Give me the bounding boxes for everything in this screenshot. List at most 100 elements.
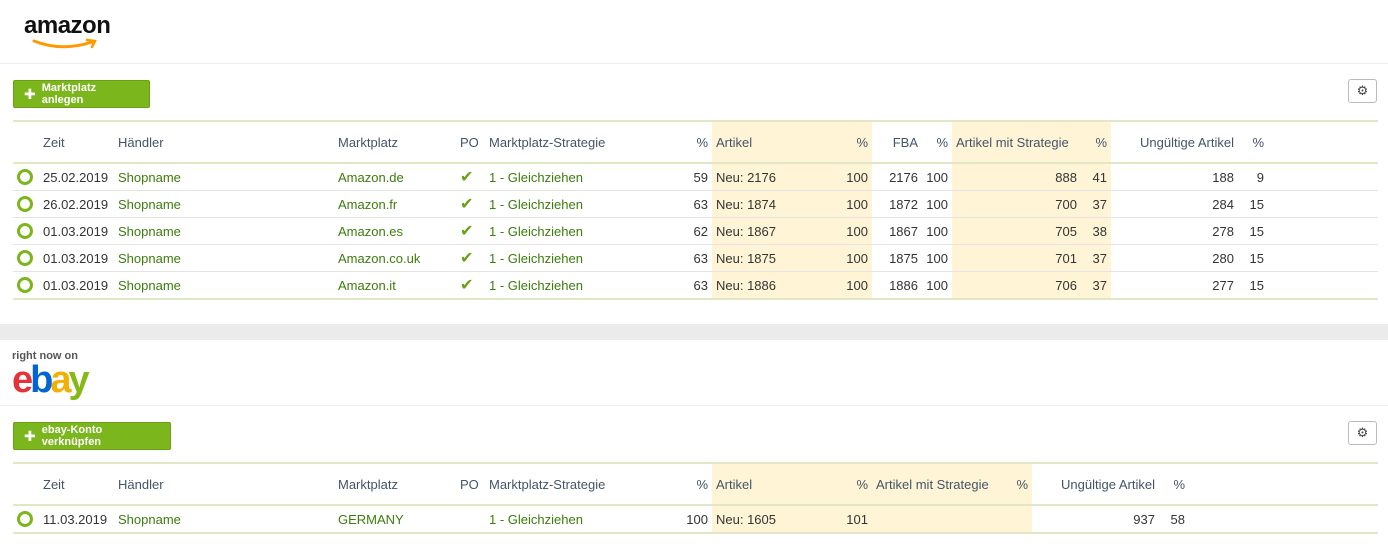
col-ungueltige-artikel[interactable]: Ungültige Artikel [1032, 462, 1159, 506]
col-zeit[interactable]: Zeit [39, 462, 114, 506]
col-ungueltige-pct[interactable]: % [1159, 462, 1189, 506]
add-marketplace-button[interactable]: ✚ Marktplatz anlegen [13, 80, 150, 108]
cell-haendler-link[interactable]: Shopname [114, 244, 334, 272]
table-row[interactable]: 01.03.2019 Shopname Amazon.co.uk ✔ 1 - Gleic… [13, 244, 1378, 272]
cell-haendler-link[interactable]: Shopname [114, 217, 334, 245]
col-zeit[interactable]: Zeit [39, 120, 114, 164]
table-row[interactable]: 25.02.2019 Shopname Amazon.de ✔ 1 - Gleichzi… [13, 163, 1378, 191]
cell-po: ✔ [456, 190, 485, 218]
circle-status-icon[interactable] [17, 277, 33, 294]
col-ungueltige-pct[interactable]: % [1238, 120, 1268, 164]
col-artikel-mit-strategie[interactable]: Artikel mit Strategie [872, 462, 1002, 506]
row-spacer [1268, 217, 1378, 245]
table-row[interactable]: 26.02.2019 Shopname Amazon.fr ✔ 1 - Gleichzi… [13, 190, 1378, 218]
col-artikel-mit-strategie[interactable]: Artikel mit Strategie [952, 120, 1081, 164]
col-ungueltige-artikel[interactable]: Ungültige Artikel [1111, 120, 1238, 164]
cell-marktplatz-link[interactable]: Amazon.es [334, 217, 456, 245]
checkmark-icon: ✔ [460, 223, 474, 240]
cell-marktplatz-link[interactable]: Amazon.de [334, 163, 456, 191]
link-ebay-account-button[interactable]: ✚ ebay-Konto verknüpfen [13, 422, 171, 450]
cell-artikel-mit-strategie: 700 [952, 190, 1081, 218]
ebay-logo-letter: y [68, 359, 90, 401]
circle-status-icon[interactable] [17, 250, 33, 267]
cell-strategie-pct: 100 [670, 505, 712, 534]
row-spacer [1268, 244, 1378, 272]
amazon-logo: amazon [24, 14, 111, 50]
cell-strategie-pct: 62 [670, 217, 712, 245]
ebay-logo: right now on ebay [12, 350, 90, 401]
table-row[interactable]: 01.03.2019 Shopname Amazon.it ✔ 1 - Gleichzi… [13, 271, 1378, 300]
col-po[interactable]: PO [456, 120, 485, 164]
col-marktplatz[interactable]: Marktplatz [334, 462, 456, 506]
cell-po: ✔ [456, 163, 485, 191]
cell-strategie-pct: 63 [670, 244, 712, 272]
cell-marktplatz-link[interactable]: Amazon.it [334, 271, 456, 300]
col-mit-strategie-pct[interactable]: % [1002, 462, 1032, 506]
col-strategie[interactable]: Marktplatz-Strategie [485, 462, 670, 506]
cell-strategie-link[interactable]: 1 - Gleichziehen [485, 190, 670, 218]
cell-mit-strategie-pct: 41 [1081, 163, 1111, 191]
cell-ungueltige-pct: 15 [1238, 271, 1268, 300]
row-spacer [1268, 271, 1378, 300]
amazon-smile-icon [32, 38, 97, 49]
cell-haendler-link[interactable]: Shopname [114, 163, 334, 191]
status-cell [13, 244, 39, 272]
cell-fba: 1872 [872, 190, 922, 218]
circle-status-icon[interactable] [17, 196, 33, 213]
cell-artikel-pct: 100 [832, 190, 872, 218]
gear-icon: ⚙ [1356, 425, 1369, 440]
cell-haendler-link[interactable]: Shopname [114, 505, 334, 534]
checkmark-icon: ✔ [460, 250, 474, 267]
ebay-wordmark: ebay [12, 359, 90, 401]
circle-status-icon[interactable] [17, 169, 33, 186]
cell-strategie-link[interactable]: 1 - Gleichziehen [485, 244, 670, 272]
status-cell [13, 505, 39, 534]
cell-artikel: Neu: 1867 [712, 217, 832, 245]
col-mit-strategie-pct[interactable]: % [1081, 120, 1111, 164]
circle-status-icon[interactable] [17, 223, 33, 240]
cell-zeit: 01.03.2019 [39, 271, 114, 300]
cell-strategie-link[interactable]: 1 - Gleichziehen [485, 217, 670, 245]
col-haendler[interactable]: Händler [114, 120, 334, 164]
ebay-logo-letter: a [50, 359, 71, 401]
cell-ungueltige-pct: 15 [1238, 244, 1268, 272]
cell-artikel-pct: 101 [832, 505, 872, 534]
cell-mit-strategie-pct: 37 [1081, 271, 1111, 300]
cell-marktplatz-link[interactable]: Amazon.fr [334, 190, 456, 218]
col-po[interactable]: PO [456, 462, 485, 506]
cell-fba: 2176 [872, 163, 922, 191]
col-artikel[interactable]: Artikel [712, 462, 832, 506]
amazon-marketplace-table: Zeit Händler Marktplatz PO Marktplatz-St… [13, 120, 1378, 300]
cell-fba: 1886 [872, 271, 922, 300]
col-strategie[interactable]: Marktplatz-Strategie [485, 120, 670, 164]
table-row[interactable]: 01.03.2019 Shopname Amazon.es ✔ 1 - Gleichzi… [13, 217, 1378, 245]
cell-marktplatz-link[interactable]: Amazon.co.uk [334, 244, 456, 272]
cell-artikel: Neu: 1874 [712, 190, 832, 218]
checkmark-icon: ✔ [460, 277, 474, 294]
cell-haendler-link[interactable]: Shopname [114, 190, 334, 218]
cell-artikel-pct: 100 [832, 217, 872, 245]
cell-mit-strategie-pct: 38 [1081, 217, 1111, 245]
col-strategie-pct[interactable]: % [670, 462, 712, 506]
col-strategie-pct[interactable]: % [670, 120, 712, 164]
cell-ungueltige-artikel: 277 [1111, 271, 1238, 300]
cell-strategie-link[interactable]: 1 - Gleichziehen [485, 505, 670, 534]
gear-icon: ⚙ [1356, 83, 1369, 98]
col-haendler[interactable]: Händler [114, 462, 334, 506]
cell-fba-pct: 100 [922, 244, 952, 272]
col-marktplatz[interactable]: Marktplatz [334, 120, 456, 164]
cell-marktplatz-link[interactable]: GERMANY [334, 505, 456, 534]
cell-strategie-link[interactable]: 1 - Gleichziehen [485, 163, 670, 191]
col-artikel[interactable]: Artikel [712, 120, 832, 164]
circle-status-icon[interactable] [17, 511, 33, 528]
link-ebay-account-label: ebay-Konto verknüpfen [41, 424, 103, 448]
col-fba-pct[interactable]: % [922, 120, 952, 164]
cell-haendler-link[interactable]: Shopname [114, 271, 334, 300]
cell-strategie-link[interactable]: 1 - Gleichziehen [485, 271, 670, 300]
table-row[interactable]: 11.03.2019 Shopname GERMANY 1 - Gleichziehe… [13, 505, 1378, 534]
col-artikel-pct[interactable]: % [832, 120, 872, 164]
amazon-settings-button[interactable]: ⚙ [1348, 79, 1377, 103]
col-artikel-pct[interactable]: % [832, 462, 872, 506]
col-fba[interactable]: FBA [872, 120, 922, 164]
ebay-settings-button[interactable]: ⚙ [1348, 421, 1377, 445]
